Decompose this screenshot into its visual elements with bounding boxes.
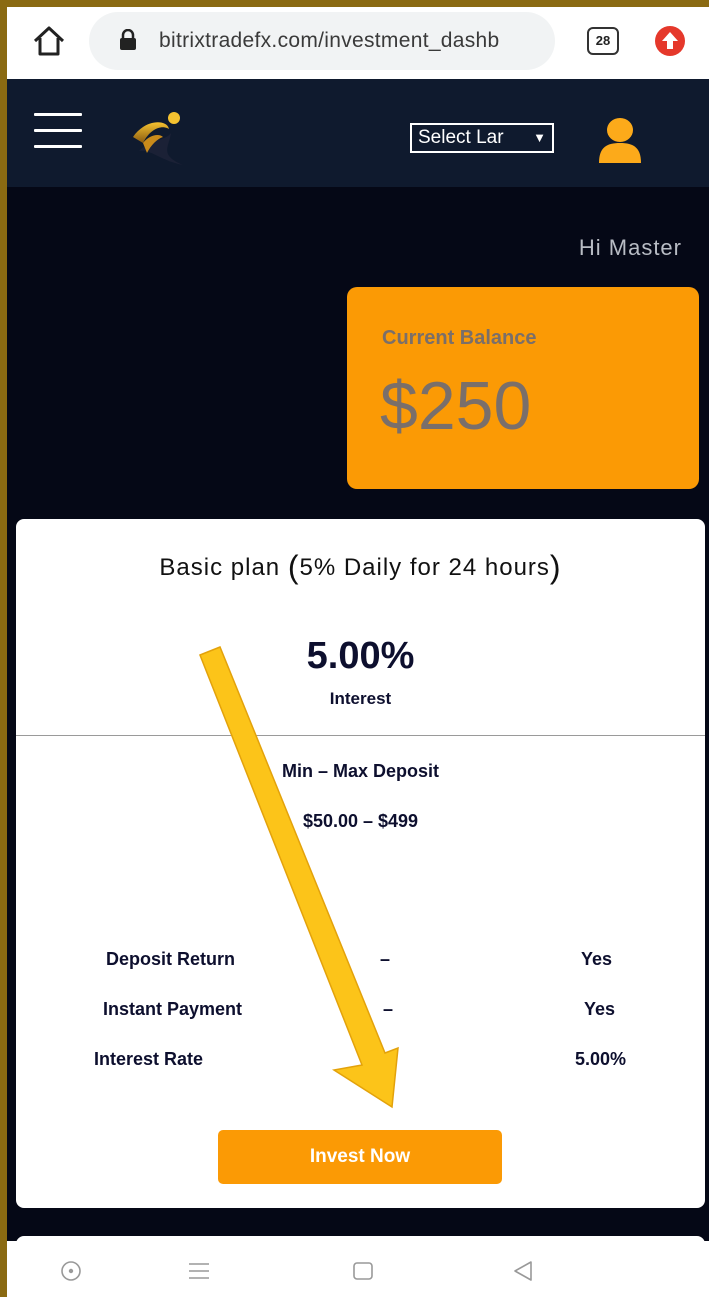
language-select-label: Select Lar (418, 127, 504, 148)
chevron-down-icon: ▼ (533, 130, 546, 145)
feature-row-deposit-return: Deposit Return – Yes (16, 949, 705, 973)
divider (16, 735, 705, 736)
feature-row-interest-rate: Interest Rate 5.00% (16, 1049, 705, 1073)
plan-interest-label: Interest (329, 689, 392, 708)
browser-bar: bitrixtradefx.com/investment_dashb 28 (7, 7, 709, 79)
feature-separator: – (383, 999, 394, 1019)
address-bar[interactable]: bitrixtradefx.com/investment_dashb (89, 12, 555, 70)
feature-label: Deposit Return (106, 949, 236, 969)
site-header: Select Lar ▼ (7, 79, 709, 187)
system-nav-bar (7, 1241, 709, 1297)
home-nav-icon[interactable] (351, 1259, 375, 1283)
feature-value: 5.00% (575, 1049, 627, 1069)
url-text: bitrixtradefx.com/investment_dashb (159, 29, 500, 52)
assistant-icon[interactable] (59, 1259, 83, 1283)
tab-count-button[interactable]: 28 (587, 27, 619, 55)
plan-title: Basic plan (5% Daily for 24 hours) (159, 549, 562, 585)
balance-label: Current Balance (382, 327, 537, 349)
invest-now-button[interactable]: Invest Now (218, 1130, 502, 1184)
screen: bitrixtradefx.com/investment_dashb 28 Se… (7, 7, 709, 1297)
plan-title-prefix: Basic plan (159, 554, 281, 581)
plan-card: Basic plan (5% Daily for 24 hours) 5.00%… (16, 519, 705, 1208)
home-icon[interactable] (31, 23, 67, 59)
plan-interest-rate: 5.00% (306, 635, 415, 677)
feature-value: Yes (584, 999, 616, 1019)
feature-separator: – (380, 949, 391, 969)
greeting-text: Hi Master (578, 235, 682, 260)
balance-amount: $250 (380, 368, 532, 444)
feature-row-instant-payment: Instant Payment – Yes (16, 999, 705, 1023)
plan-title-detail: 5% Daily for 24 hours (299, 554, 550, 581)
deposit-label: Min – Max Deposit (281, 761, 440, 781)
deposit-range: $50.00 – $499 (302, 811, 419, 831)
feature-value: Yes (581, 949, 613, 969)
back-nav-icon[interactable] (511, 1259, 535, 1283)
menu-nav-icon[interactable] (187, 1259, 211, 1283)
balance-card: Current Balance $250 (347, 287, 699, 489)
upload-icon[interactable] (654, 25, 686, 57)
user-icon[interactable] (597, 117, 643, 165)
feature-label: Interest Rate (94, 1049, 204, 1069)
hamburger-icon[interactable] (34, 113, 82, 149)
language-select[interactable]: Select Lar ▼ (410, 123, 554, 153)
site-logo[interactable] (129, 109, 189, 165)
lock-icon (119, 28, 137, 51)
feature-label: Instant Payment (103, 999, 243, 1019)
